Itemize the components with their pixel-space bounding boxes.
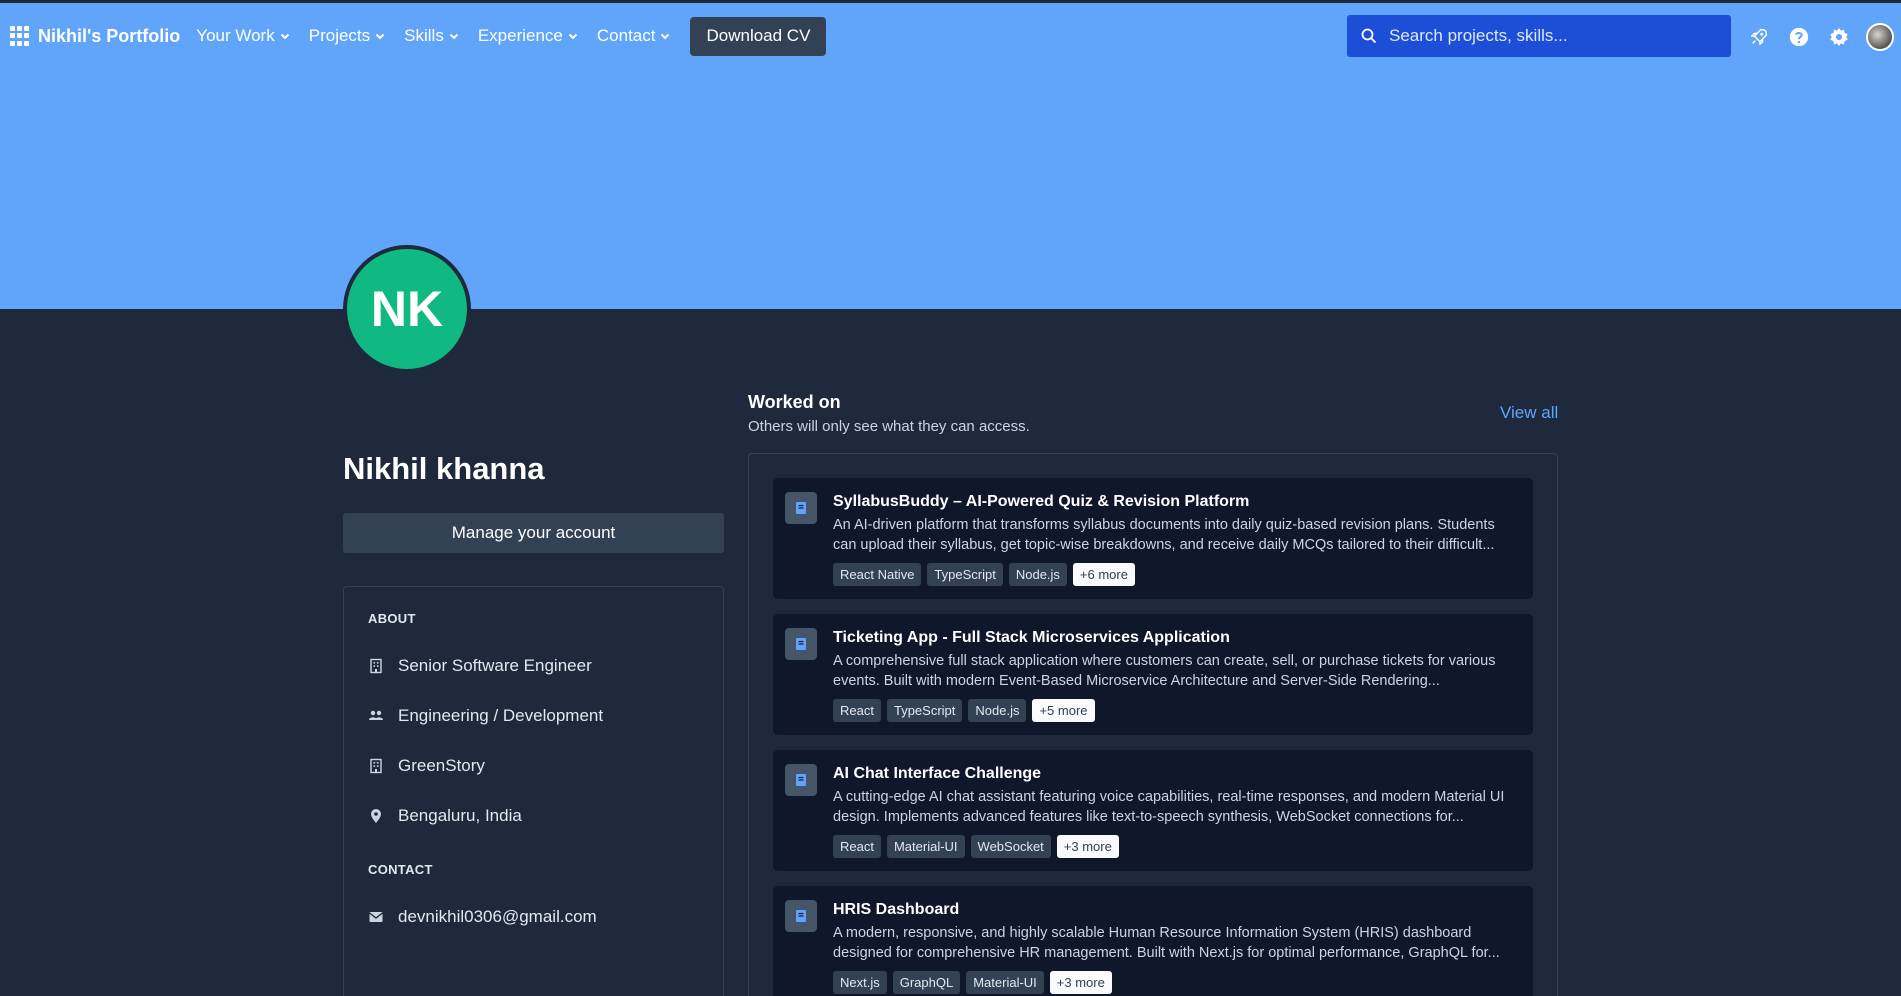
- chevron-down-icon: [449, 33, 459, 40]
- more-tags-badge[interactable]: +3 more: [1049, 971, 1112, 994]
- project-tags: React Material-UI WebSocket +3 more: [833, 835, 1521, 858]
- project-title: SyllabusBuddy – AI-Powered Quiz & Revisi…: [833, 493, 1250, 510]
- project-description: A cutting-edge AI chat assistant featuri…: [833, 789, 1505, 825]
- about-text: Bengaluru, India: [398, 806, 522, 825]
- project-description: A modern, responsive, and highly scalabl…: [833, 925, 1500, 961]
- project-tags: React TypeScript Node.js +5 more: [833, 699, 1521, 722]
- project-description: A comprehensive full stack application w…: [833, 653, 1496, 689]
- help-icon[interactable]: [1786, 24, 1812, 50]
- brand[interactable]: Nikhil's Portfolio: [10, 26, 180, 47]
- people-icon: [369, 710, 383, 720]
- tag: React Native: [833, 563, 922, 586]
- brand-title[interactable]: Nikhil's Portfolio: [38, 26, 180, 47]
- nav-label: Projects: [308, 26, 371, 45]
- project-card[interactable]: HRIS Dashboard A modern, responsive, and…: [773, 886, 1533, 996]
- tag: React: [833, 835, 881, 858]
- email-text[interactable]: devnikhil0306@gmail.com: [398, 907, 597, 927]
- chevron-down-icon: [375, 33, 385, 40]
- app-grid-icon[interactable]: [10, 26, 30, 46]
- about-text: Senior Software Engineer: [398, 656, 592, 675]
- project-tags: React Native TypeScript Node.js +6 more: [833, 563, 1521, 586]
- nav-label: Contact: [596, 26, 656, 45]
- book-icon: [785, 764, 817, 796]
- tag: Material-UI: [886, 835, 965, 858]
- nav-label: Skills: [404, 26, 444, 45]
- project-title: HRIS Dashboard: [833, 901, 960, 918]
- more-tags-badge[interactable]: +3 more: [1056, 835, 1119, 858]
- building-icon: [370, 758, 382, 774]
- tag: TypeScript: [927, 563, 1003, 586]
- project-card[interactable]: SyllabusBuddy – AI-Powered Quiz & Revisi…: [773, 478, 1533, 599]
- chevron-down-icon: [661, 33, 670, 40]
- project-card[interactable]: Ticketing App - Full Stack Microservices…: [773, 614, 1533, 735]
- nav-label: Experience: [477, 26, 563, 45]
- about-company: GreenStory: [368, 756, 699, 776]
- building-icon: [370, 658, 382, 674]
- about-text: GreenStory: [398, 756, 485, 775]
- nav-contact[interactable]: Contact: [597, 26, 671, 46]
- tag: React: [833, 699, 881, 722]
- header-actions: [1746, 23, 1894, 51]
- search-icon: [1361, 28, 1377, 44]
- search-box[interactable]: [1347, 15, 1731, 57]
- tag: GraphQL: [892, 971, 961, 994]
- book-icon: [785, 492, 817, 524]
- book-icon: [785, 628, 817, 660]
- chevron-down-icon: [568, 33, 578, 40]
- top-navbar: Nikhil's Portfolio Your Work Projects Sk…: [0, 3, 1901, 69]
- gear-icon[interactable]: [1826, 24, 1852, 50]
- contact-label: CONTACT: [368, 862, 433, 877]
- location-pin-icon: [371, 809, 381, 823]
- nav-experience[interactable]: Experience: [478, 26, 578, 46]
- about-location: Bengaluru, India: [368, 806, 699, 826]
- user-avatar[interactable]: [1866, 23, 1894, 51]
- worked-on-title: Worked on: [748, 392, 841, 412]
- tag: TypeScript: [886, 699, 963, 722]
- mail-icon: [369, 912, 383, 922]
- project-card[interactable]: AI Chat Interface Challenge A cutting-ed…: [773, 750, 1533, 871]
- nav-your-work[interactable]: Your Work: [196, 26, 289, 46]
- view-all-link[interactable]: View all: [1500, 403, 1558, 423]
- contact-email[interactable]: devnikhil0306@gmail.com: [368, 907, 699, 927]
- more-tags-badge[interactable]: +5 more: [1032, 699, 1095, 722]
- nav-skills[interactable]: Skills: [404, 26, 459, 46]
- about-label: ABOUT: [368, 611, 416, 626]
- tag: Next.js: [833, 971, 887, 994]
- tag: Node.js: [968, 699, 1027, 722]
- profile-avatar: NK: [343, 245, 471, 373]
- chevron-down-icon: [280, 33, 289, 40]
- manage-account-button[interactable]: Manage your account: [343, 513, 724, 553]
- about-card: ABOUT Senior Software Engineer Engineeri…: [343, 586, 724, 996]
- search-input[interactable]: [1389, 26, 1709, 46]
- project-title: Ticketing App - Full Stack Microservices…: [833, 629, 1230, 646]
- tag: Material-UI: [966, 971, 1044, 994]
- project-description: An AI-driven platform that transforms sy…: [833, 517, 1495, 553]
- download-cv-button[interactable]: Download CV: [690, 16, 827, 56]
- project-title: AI Chat Interface Challenge: [833, 765, 1042, 782]
- about-department: Engineering / Development: [368, 706, 699, 726]
- worked-on-subtitle: Others will only see what they can acces…: [748, 418, 1030, 435]
- nav-projects[interactable]: Projects: [309, 26, 385, 46]
- about-text: Engineering / Development: [398, 706, 604, 725]
- projects-panel: SyllabusBuddy – AI-Powered Quiz & Revisi…: [748, 453, 1558, 996]
- about-job-title: Senior Software Engineer: [368, 656, 699, 676]
- tag: WebSocket: [970, 835, 1051, 858]
- rocket-icon[interactable]: [1746, 24, 1772, 50]
- project-tags: Next.js GraphQL Material-UI +3 more: [833, 971, 1521, 994]
- book-icon: [785, 900, 817, 932]
- more-tags-badge[interactable]: +6 more: [1072, 563, 1135, 586]
- tag: Node.js: [1008, 563, 1067, 586]
- profile-name: Nikhil khanna: [343, 451, 545, 486]
- nav-label: Your Work: [196, 26, 275, 45]
